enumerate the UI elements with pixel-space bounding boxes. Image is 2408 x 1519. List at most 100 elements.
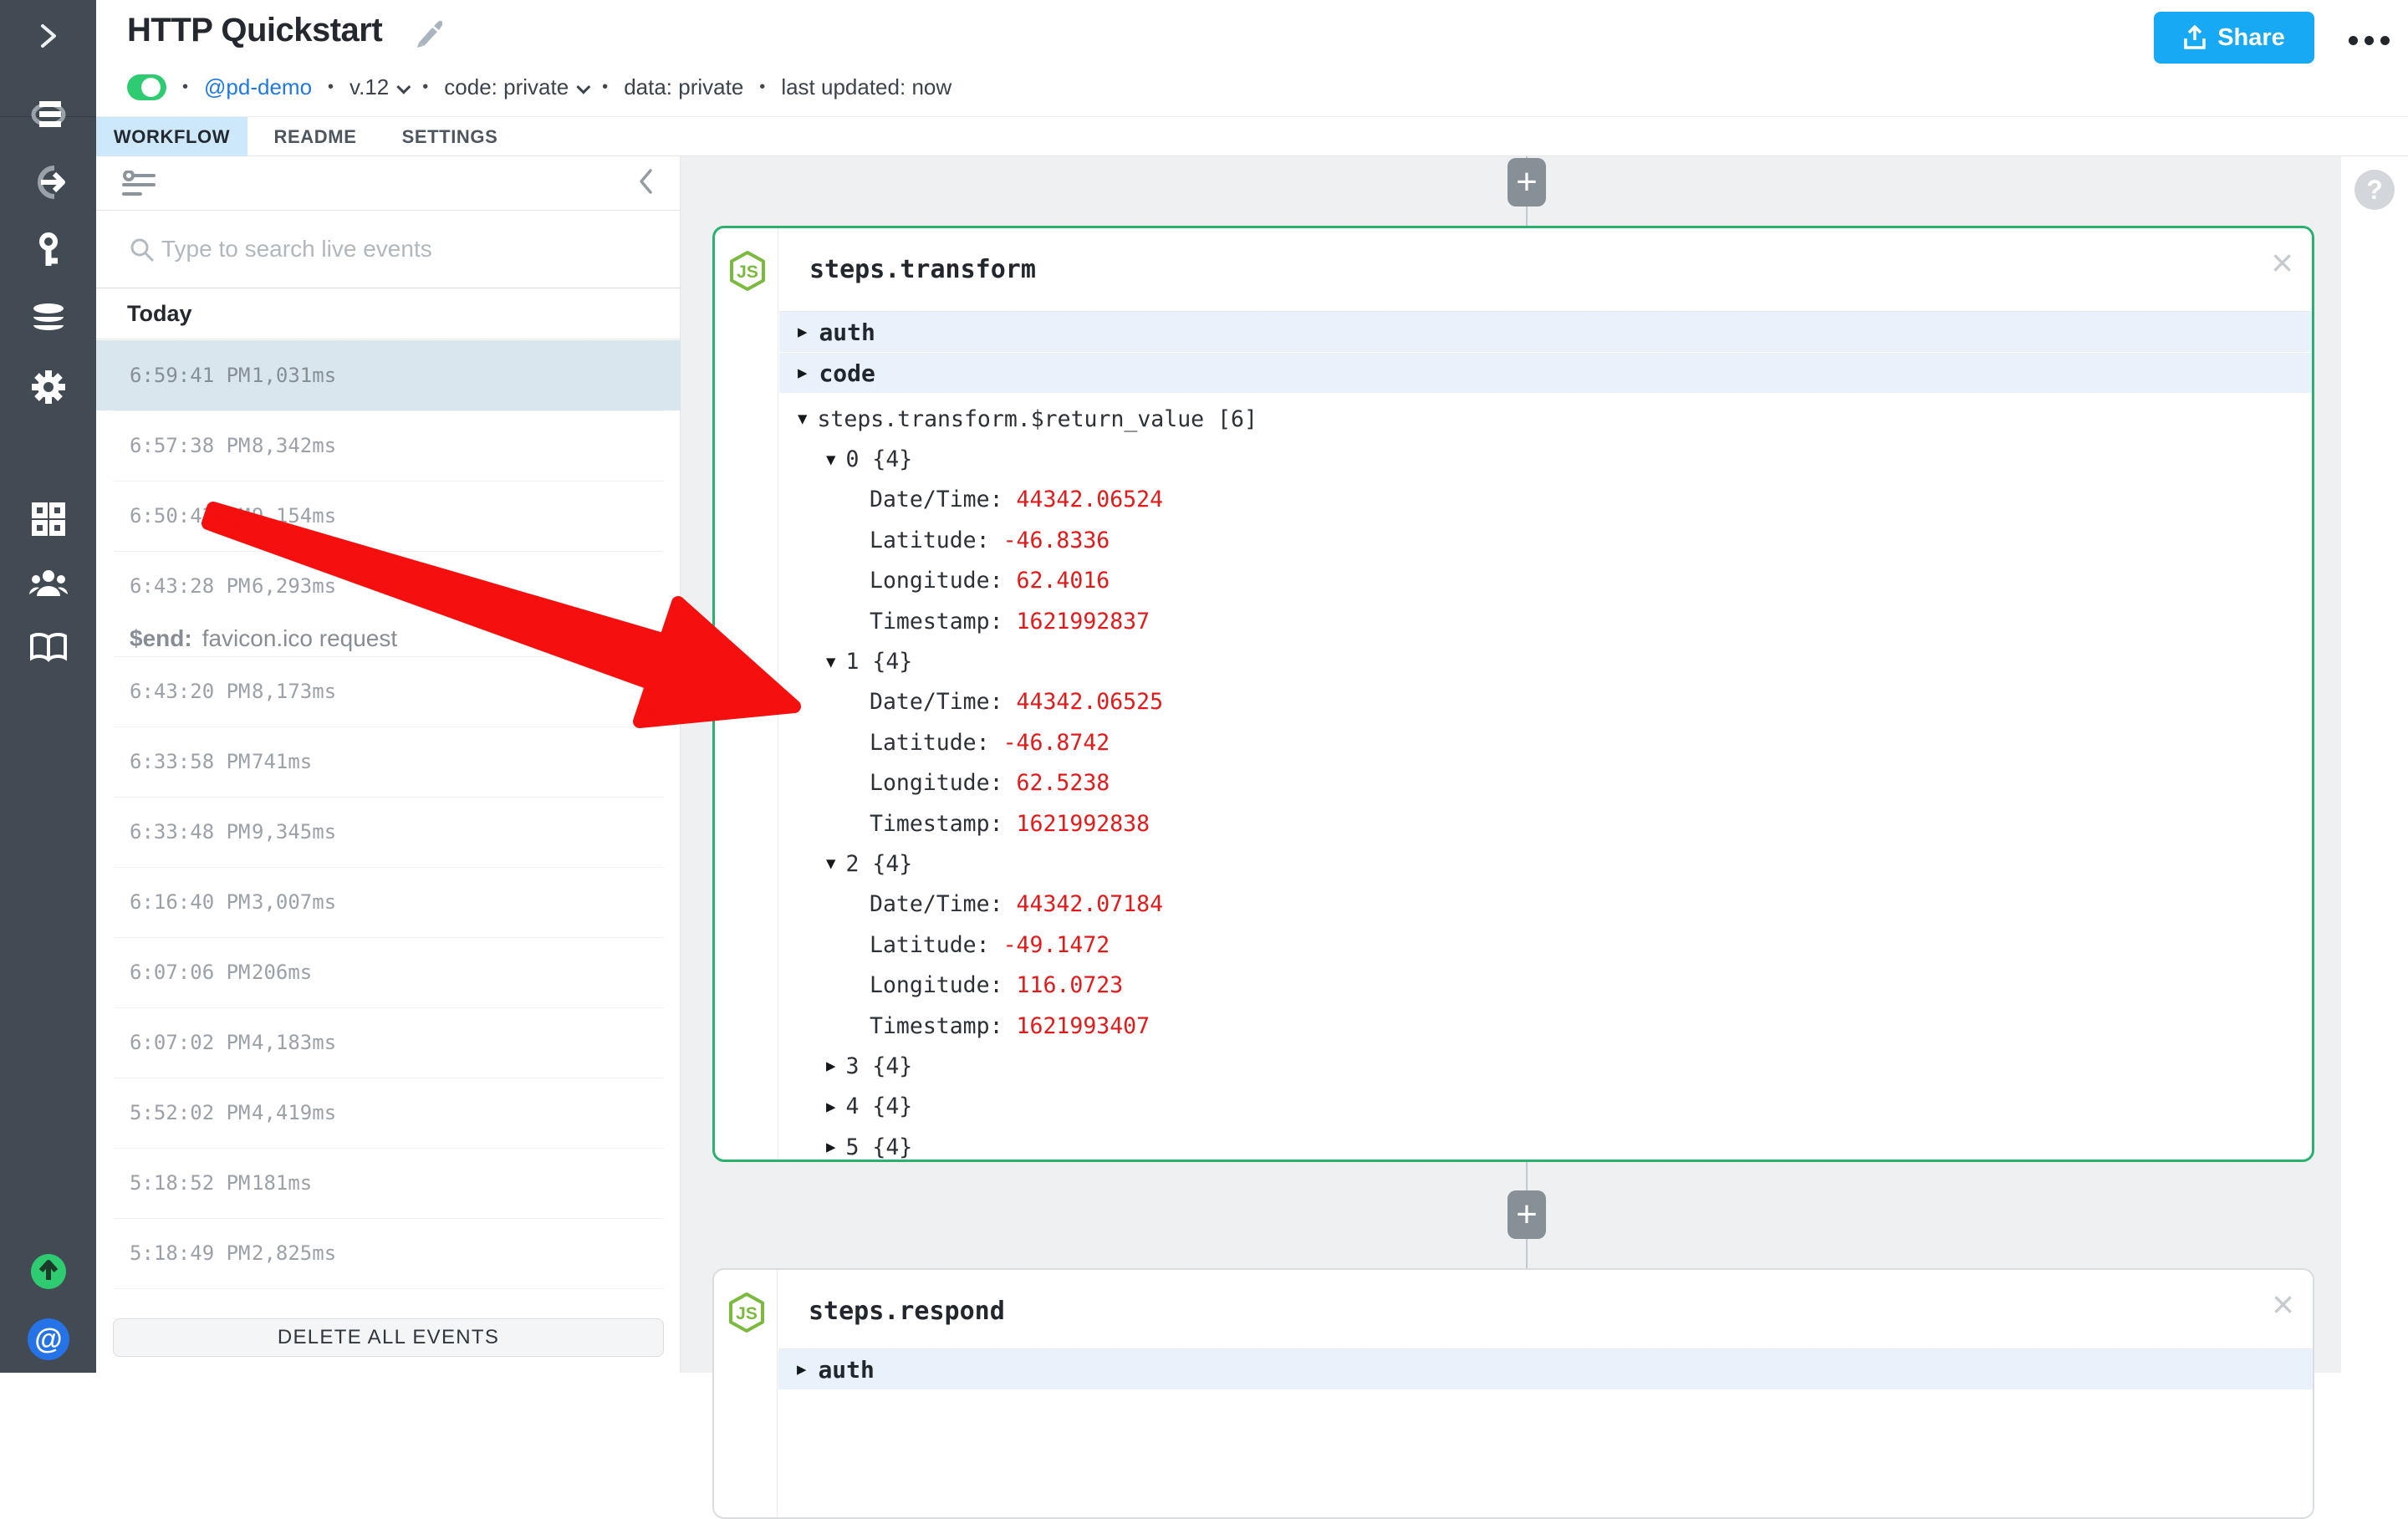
help-button[interactable]: ? <box>2354 170 2395 210</box>
event-list: 6:59:41 PM1,031ms6:57:38 PM8,342ms6:50:4… <box>96 340 681 1310</box>
svg-text:JS: JS <box>736 1304 758 1323</box>
tree-leaf-row: Date/Time:44342.06525 <box>779 682 2312 722</box>
collapsed-triangle-icon[interactable]: ▶ <box>798 323 807 341</box>
chevron-down-icon <box>397 79 411 94</box>
docs-book-icon[interactable] <box>0 623 96 673</box>
deploy-up-arrow-icon[interactable] <box>0 1246 96 1297</box>
collapsed-triangle-icon[interactable]: ▶ <box>826 1057 835 1075</box>
tab-bar: WORKFLOW README SETTINGS <box>96 117 2408 156</box>
data-visibility: data: private <box>624 74 743 100</box>
tree-node-row[interactable]: ▼1 {4} <box>779 641 2312 681</box>
tree-node-row[interactable]: ▼steps.transform.$return_value [6] <box>779 399 2312 439</box>
settings-gear-icon[interactable] <box>0 362 96 412</box>
step-result-tree: ▶auth <box>778 1349 2313 1517</box>
tree-node-row[interactable]: ▼2 {4} <box>779 844 2312 884</box>
event-list-item[interactable]: 5:18:49 PM2,825ms <box>96 1218 681 1288</box>
event-list-item[interactable]: 6:50:42 PM9,154ms <box>96 481 681 551</box>
event-list-item[interactable]: 6:33:48 PM9,345ms <box>96 797 681 867</box>
event-list-item[interactable]: 5:18:52 PM181ms <box>96 1148 681 1218</box>
event-list-item[interactable]: 5:16:33 PM3,861ms <box>96 1288 681 1310</box>
tree-section-auth[interactable]: ▶auth <box>779 312 2312 352</box>
collapse-panel-icon[interactable] <box>638 168 653 199</box>
version-dropdown[interactable]: v.12 <box>349 74 406 100</box>
owner-link[interactable]: @pd-demo <box>204 74 312 100</box>
nodejs-icon: JS <box>727 1292 766 1338</box>
tree-section-code[interactable]: ▶code <box>779 353 2312 393</box>
expanded-triangle-icon[interactable]: ▼ <box>826 451 835 469</box>
event-list-item[interactable]: 6:16:40 PM3,007ms <box>96 867 681 937</box>
expanded-triangle-icon[interactable]: ▼ <box>826 653 835 671</box>
event-list-item[interactable]: 6:07:02 PM4,183ms <box>96 1007 681 1078</box>
search-icon <box>130 237 155 267</box>
tree-leaf-row: Latitude:-46.8742 <box>779 722 2312 762</box>
workflows-icon[interactable] <box>0 89 96 140</box>
add-step-button-between[interactable]: + <box>1508 1190 1546 1239</box>
community-people-icon[interactable] <box>0 558 96 609</box>
step-gutter: JS <box>715 228 778 1160</box>
svg-text:@: @ <box>34 1323 62 1355</box>
step-title: steps.respond <box>809 1297 1005 1326</box>
today-label: Today <box>127 301 192 327</box>
accounts-key-icon[interactable] <box>0 226 96 276</box>
tree-leaf-row: Date/Time:44342.07184 <box>779 884 2312 925</box>
tree-node-row[interactable]: ▶3 {4} <box>779 1046 2312 1086</box>
nodejs-icon: JS <box>728 250 767 296</box>
sql-data-icon[interactable] <box>0 293 96 344</box>
event-list-item[interactable]: 6:43:28 PM6,293ms <box>96 551 681 621</box>
user-avatar-at-icon[interactable]: @ <box>0 1314 96 1364</box>
tab-settings[interactable]: SETTINGS <box>383 117 517 156</box>
page-title: HTTP Quickstart <box>127 12 382 49</box>
step-result-tree: ▶auth▶code ▼steps.transform.$return_value… <box>779 312 2312 1160</box>
event-list-item[interactable]: 5:52:02 PM4,419ms <box>96 1078 681 1148</box>
tree-node-row[interactable]: ▼0 {4} <box>779 439 2312 479</box>
expand-sidebar-icon[interactable] <box>0 11 96 61</box>
event-list-item[interactable]: 6:33:58 PM741ms <box>96 726 681 797</box>
chevron-down-icon <box>577 79 591 94</box>
collapsed-triangle-icon[interactable]: ▶ <box>797 1360 806 1379</box>
tree-leaf-row: Longitude:62.5238 <box>779 763 2312 803</box>
close-icon[interactable]: × <box>2272 1285 2294 1323</box>
events-section-header: Today <box>96 288 681 339</box>
tree-node-row[interactable]: ▶5 {4} <box>779 1127 2312 1160</box>
event-list-item[interactable]: 6:59:41 PM1,031ms <box>96 340 681 410</box>
step-title: steps.transform <box>809 255 1036 284</box>
expanded-triangle-icon[interactable]: ▼ <box>826 854 835 873</box>
deploy-toggle[interactable] <box>127 74 166 100</box>
event-list-item[interactable]: 6:57:38 PM8,342ms <box>96 410 681 481</box>
close-icon[interactable]: × <box>2271 243 2293 282</box>
left-nav-rail: @ <box>0 0 96 1373</box>
step-card-header: steps.transform × <box>779 228 2312 312</box>
tab-workflow[interactable]: WORKFLOW <box>96 117 247 156</box>
event-list-item[interactable]: 6:07:06 PM206ms <box>96 937 681 1007</box>
share-button[interactable]: Share <box>2154 12 2314 64</box>
delete-all-events-button[interactable]: DELETE ALL EVENTS <box>113 1318 664 1357</box>
collapsed-triangle-icon[interactable]: ▶ <box>826 1098 835 1116</box>
tree-section-auth[interactable]: ▶auth <box>778 1349 2313 1389</box>
step-card-transform[interactable]: JS steps.transform × ▶auth▶code▼steps.tr… <box>712 226 2314 1162</box>
search-input[interactable] <box>161 231 646 268</box>
step-card-respond[interactable]: JS steps.respond × ▶auth <box>712 1268 2314 1519</box>
filter-icon[interactable] <box>122 171 156 201</box>
workflow-header: HTTP Quickstart • @pd-demo • v.12 • code… <box>96 0 2408 117</box>
last-updated: last updated: now <box>781 74 951 100</box>
svg-text:JS: JS <box>737 263 758 282</box>
add-step-button-top[interactable]: + <box>1508 158 1546 206</box>
event-end-label: $end:favicon.ico request <box>96 621 681 656</box>
apps-grid-icon[interactable] <box>0 494 96 544</box>
collapsed-triangle-icon[interactable]: ▶ <box>798 364 807 382</box>
more-options-button[interactable] <box>2335 25 2402 55</box>
event-sources-icon[interactable] <box>0 157 96 207</box>
step-card-header: steps.respond × <box>778 1270 2313 1349</box>
collapsed-triangle-icon[interactable]: ▶ <box>826 1138 835 1156</box>
tree-leaf-row: Timestamp:1621993407 <box>779 1006 2312 1046</box>
share-upload-icon <box>2183 25 2206 50</box>
tree-leaf-row: Timestamp:1621992837 <box>779 601 2312 641</box>
workflow-meta-row: • @pd-demo • v.12 • code: private • data… <box>127 72 951 102</box>
tree-leaf-row: Latitude:-46.8336 <box>779 520 2312 560</box>
tab-readme[interactable]: README <box>247 117 383 156</box>
expanded-triangle-icon[interactable]: ▼ <box>798 410 807 428</box>
edit-title-pencil-icon[interactable] <box>412 18 442 53</box>
code-visibility-dropdown[interactable]: code: private <box>444 74 586 100</box>
tree-node-row[interactable]: ▶4 {4} <box>779 1087 2312 1127</box>
event-list-item[interactable]: 6:43:20 PM8,173ms <box>96 656 681 726</box>
